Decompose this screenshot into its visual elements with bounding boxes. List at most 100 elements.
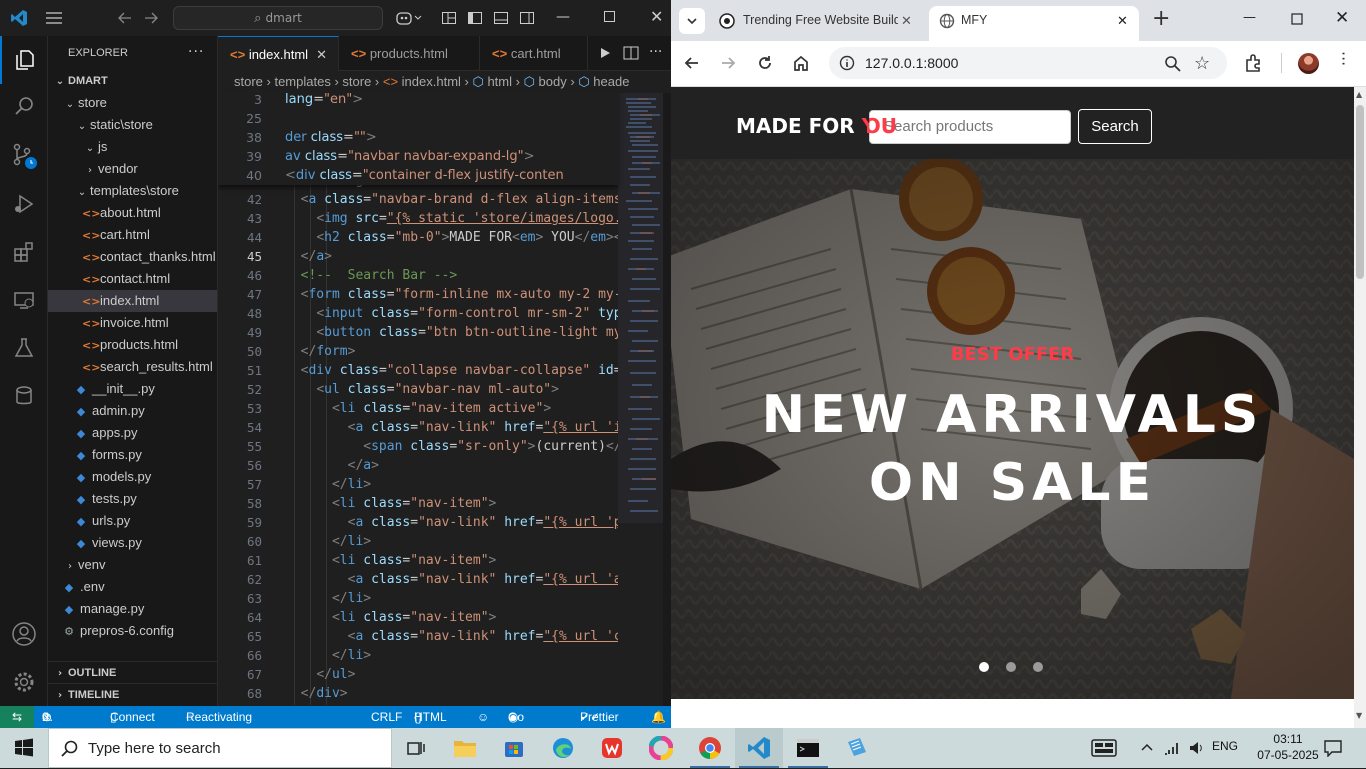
breadcrumb-item[interactable]: store [234,74,263,89]
minimap[interactable] [618,93,671,706]
page-scrollbar[interactable]: ▲ ▼ [1354,87,1366,728]
tree-file[interactable]: ◆ models.py [48,466,217,488]
notepad-icon[interactable] [833,728,881,768]
tree-folder[interactable]: › vendor [48,158,217,180]
chrome-taskbar-icon[interactable] [686,728,734,768]
toggle-panel-icon[interactable] [493,10,509,26]
code-line[interactable]: <a class="nav-link" href="{% url 'c [285,627,618,646]
zoom-icon[interactable] [1164,55,1181,72]
search-icon[interactable] [0,82,48,130]
code-line[interactable]: <li class="nav-item"> [285,608,496,627]
carousel-dot[interactable] [1033,662,1043,672]
tree-file[interactable]: ◆ apps.py [48,422,217,444]
close-tab-icon[interactable]: ✕ [1117,6,1128,35]
code-line[interactable]: <li class="nav-item"> [285,494,496,513]
code-line[interactable]: <ul class="navbar-nav ml-auto"> [285,380,559,399]
code-line[interactable]: <div class="container d-flex justify-con… [285,166,564,185]
language-indicator[interactable]: ENG [1212,739,1238,753]
run-debug-icon[interactable] [0,180,48,228]
remote-indicator-icon[interactable]: ⇆ [0,706,34,728]
copilot-status-icon[interactable]: ☺ [477,706,489,728]
hero-carousel[interactable]: BEST OFFER NEW ARRIVALS ON SALE [671,159,1354,699]
taskbar-search-box[interactable]: Type here to search [48,728,392,768]
code-line[interactable]: </div> [285,684,348,703]
close-icon[interactable]: ✕ [650,7,663,26]
wps-office-icon[interactable] [588,728,636,768]
breadcrumb-item[interactable]: index.html [402,74,461,89]
tree-file[interactable]: ◆ views.py [48,532,217,554]
scroll-down-icon[interactable]: ▼ [1356,711,1362,720]
accounts-icon[interactable] [0,610,48,658]
breadcrumb-item[interactable]: body [539,74,567,89]
tree-file[interactable]: <>products.html [48,334,217,356]
forward-arrow-icon[interactable] [143,10,159,26]
outline-section[interactable]: › OUTLINE [48,661,217,683]
tab-search-button[interactable] [679,8,705,34]
more-actions-icon[interactable]: ··· [649,44,662,60]
explorer-icon[interactable] [0,36,48,84]
search-button[interactable]: Search [1078,109,1152,144]
command-center-search[interactable]: ⌕ dmart [173,6,383,30]
address-bar[interactable]: 127.0.0.1:8000 ☆ [829,47,1227,79]
code-line[interactable]: </ul> [285,665,355,684]
tree-file[interactable]: ⚙ prepros-6.config [48,620,217,642]
menu-icon[interactable] [45,10,63,26]
breadcrumb-item[interactable]: html [487,74,512,89]
tab-cart-html[interactable]: <> cart.html [480,36,588,71]
extensions-icon[interactable] [0,228,48,276]
tree-file[interactable]: ◆ forms.py [48,444,217,466]
notification-center-icon[interactable] [1324,739,1342,757]
breadcrumb-item[interactable]: store [342,74,371,89]
tree-file[interactable]: ◆ manage.py [48,598,217,620]
timeline-section[interactable]: › TIMELINE [48,683,217,705]
tree-file[interactable]: <>invoice.html [48,312,217,334]
remote-explorer-icon[interactable] [0,276,48,324]
tree-file[interactable]: <>contact.html [48,268,217,290]
tree-folder[interactable]: › venv [48,554,217,576]
minimize-icon[interactable]: — [556,9,570,25]
code-line[interactable]: </li> [285,589,371,608]
code-line[interactable]: <!-- Search Bar --> [285,266,458,285]
terminal-icon[interactable] [784,728,832,768]
close-tab-icon[interactable]: ✕ [316,47,327,62]
tree-file[interactable]: <>index.html [48,290,217,312]
windows-start-icon[interactable] [0,728,48,768]
code-line[interactable]: <li class="nav-item active"> [285,399,551,418]
close-tab-icon[interactable]: ✕ [901,6,912,35]
code-line[interactable]: <span class="sr-only">(current)</ [285,437,618,456]
back-arrow-icon[interactable] [684,55,700,71]
toggle-sidebar-icon[interactable] [467,10,483,26]
tree-file[interactable]: ◆ admin.py [48,400,217,422]
toggle-secondary-sidebar-icon[interactable] [519,10,535,26]
workspace-folder[interactable]: ⌄ DMART [48,70,217,92]
tree-folder[interactable]: ⌄ static\store [48,114,217,136]
network-icon[interactable] [1163,740,1181,756]
chrome-menu-icon[interactable]: ··· [1334,51,1353,66]
tree-file[interactable]: ◆ __init__.py [48,378,217,400]
maximize-icon[interactable] [1291,13,1303,25]
tree-file[interactable]: <>cart.html [48,224,217,246]
chevron-up-icon[interactable] [1140,740,1154,754]
settings-gear-icon[interactable] [0,658,48,706]
breadcrumb-item[interactable]: heade [593,74,629,89]
bookmark-star-icon[interactable]: ☆ [1194,53,1210,73]
edge-browser-icon[interactable] [539,728,587,768]
code-line[interactable]: </form> [285,342,356,361]
run-icon[interactable] [598,46,612,60]
tree-file[interactable]: <>search_results.html [48,356,217,378]
tree-file[interactable]: ◆ tests.py [48,488,217,510]
code-line[interactable]: <a class="nav-link" href="{% url 'p [285,513,618,532]
home-icon[interactable] [792,54,810,72]
volume-icon[interactable] [1188,739,1206,757]
code-line[interactable]: <button class="btn btn-outline-light my [285,323,618,342]
tree-folder[interactable]: ⌄ js [48,136,217,158]
eol-selector[interactable]: CRLF [371,706,402,728]
tree-file[interactable]: <>contact_thanks.html [48,246,217,268]
code-line[interactable]: der class=""> [285,128,377,147]
close-window-icon[interactable]: ✕ [1335,8,1349,28]
code-line[interactable]: <a class="nav-link" href="{% url 'i [285,418,618,437]
tree-file[interactable]: ◆ urls.py [48,510,217,532]
code-line[interactable]: <input class="form-control mr-sm-2" typ [285,304,618,323]
breadcrumb-item[interactable]: templates [274,74,330,89]
carousel-dot-active[interactable] [979,662,989,672]
